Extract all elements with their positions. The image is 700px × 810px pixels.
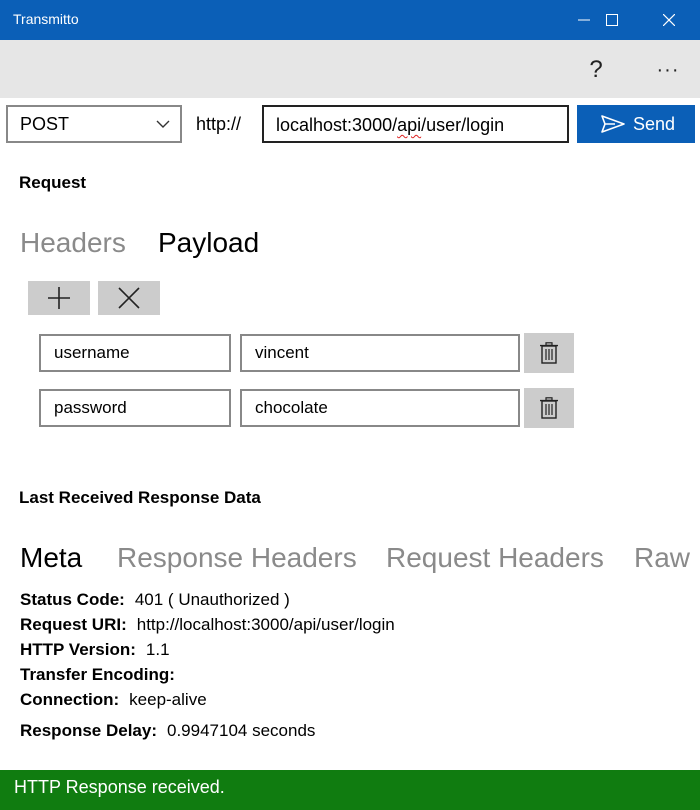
- trash-icon: [540, 342, 558, 364]
- protocol-label: http://: [196, 114, 242, 134]
- maximize-button[interactable]: [589, 0, 635, 40]
- meta-key: HTTP Version:: [20, 640, 136, 659]
- method-dropdown[interactable]: POST: [6, 105, 182, 143]
- meta-key: Status Code:: [20, 590, 125, 609]
- tab-meta[interactable]: Meta: [20, 542, 82, 574]
- chevron-down-icon: [156, 120, 170, 128]
- tab-request-headers[interactable]: Request Headers: [386, 542, 604, 574]
- plus-icon: [48, 287, 70, 309]
- payload-key-field[interactable]: password: [39, 389, 231, 427]
- payload-value-value: vincent: [255, 343, 309, 362]
- meta-value: 1.1: [145, 640, 170, 659]
- meta-transfer-encoding: Transfer Encoding:: [20, 665, 185, 685]
- meta-connection: Connection: keep-alive: [20, 690, 207, 710]
- clear-fields-button[interactable]: [98, 281, 160, 315]
- meta-value: keep-alive: [129, 690, 207, 709]
- delete-row-button[interactable]: [524, 333, 574, 373]
- url-input[interactable]: localhost:3000/api/user/login: [262, 105, 569, 143]
- payload-key-field[interactable]: username: [39, 334, 231, 372]
- tab-payload[interactable]: Payload: [158, 227, 259, 259]
- status-bar: HTTP Response received.: [0, 770, 700, 810]
- payload-value-field[interactable]: chocolate: [240, 389, 520, 427]
- more-options-button[interactable]: ···: [650, 52, 686, 88]
- meta-http-version: HTTP Version: 1.1: [20, 640, 170, 660]
- delete-row-button[interactable]: [524, 388, 574, 428]
- x-icon: [118, 287, 140, 309]
- method-value: POST: [20, 114, 70, 134]
- response-section-title: Last Received Response Data: [19, 488, 261, 507]
- add-field-button[interactable]: [28, 281, 90, 315]
- send-icon: [601, 115, 625, 133]
- tab-raw[interactable]: Raw: [634, 542, 690, 574]
- spellcheck-word: api: [397, 115, 422, 135]
- payload-key-value: username: [54, 343, 130, 362]
- payload-value-value: chocolate: [255, 398, 328, 417]
- meta-response-delay: Response Delay: 0.9947104 seconds: [20, 721, 315, 741]
- meta-status-code: Status Code: 401 ( Unauthorized ): [20, 590, 290, 610]
- status-text: HTTP Response received.: [14, 777, 225, 797]
- close-button[interactable]: [646, 0, 692, 40]
- meta-value: 0.9947104 seconds: [167, 721, 316, 740]
- send-label: Send: [633, 114, 676, 134]
- request-section-title: Request: [19, 173, 87, 192]
- maximize-icon: [606, 14, 618, 26]
- close-icon: [663, 14, 675, 26]
- meta-request-uri: Request URI: http://localhost:3000/api/us…: [20, 615, 395, 635]
- app-title: Transmitto: [13, 11, 79, 27]
- title-bar: Transmitto: [0, 0, 700, 40]
- meta-key: Transfer Encoding:: [20, 665, 175, 684]
- payload-value-field[interactable]: vincent: [240, 334, 520, 372]
- url-value: localhost:3000/api/user/login: [276, 115, 505, 135]
- help-button[interactable]: ?: [578, 52, 614, 88]
- meta-value: 401 ( Unauthorized ): [134, 590, 290, 609]
- tab-headers[interactable]: Headers: [20, 227, 126, 259]
- meta-key: Connection:: [20, 690, 120, 709]
- meta-key: Response Delay:: [20, 721, 157, 740]
- tab-response-headers[interactable]: Response Headers: [117, 542, 357, 574]
- command-bar: ? ···: [0, 40, 700, 98]
- meta-value: http://localhost:3000/api/user/login: [136, 615, 395, 634]
- meta-key: Request URI:: [20, 615, 127, 634]
- payload-key-value: password: [54, 398, 127, 417]
- trash-icon: [540, 397, 558, 419]
- send-button[interactable]: Send: [577, 105, 695, 143]
